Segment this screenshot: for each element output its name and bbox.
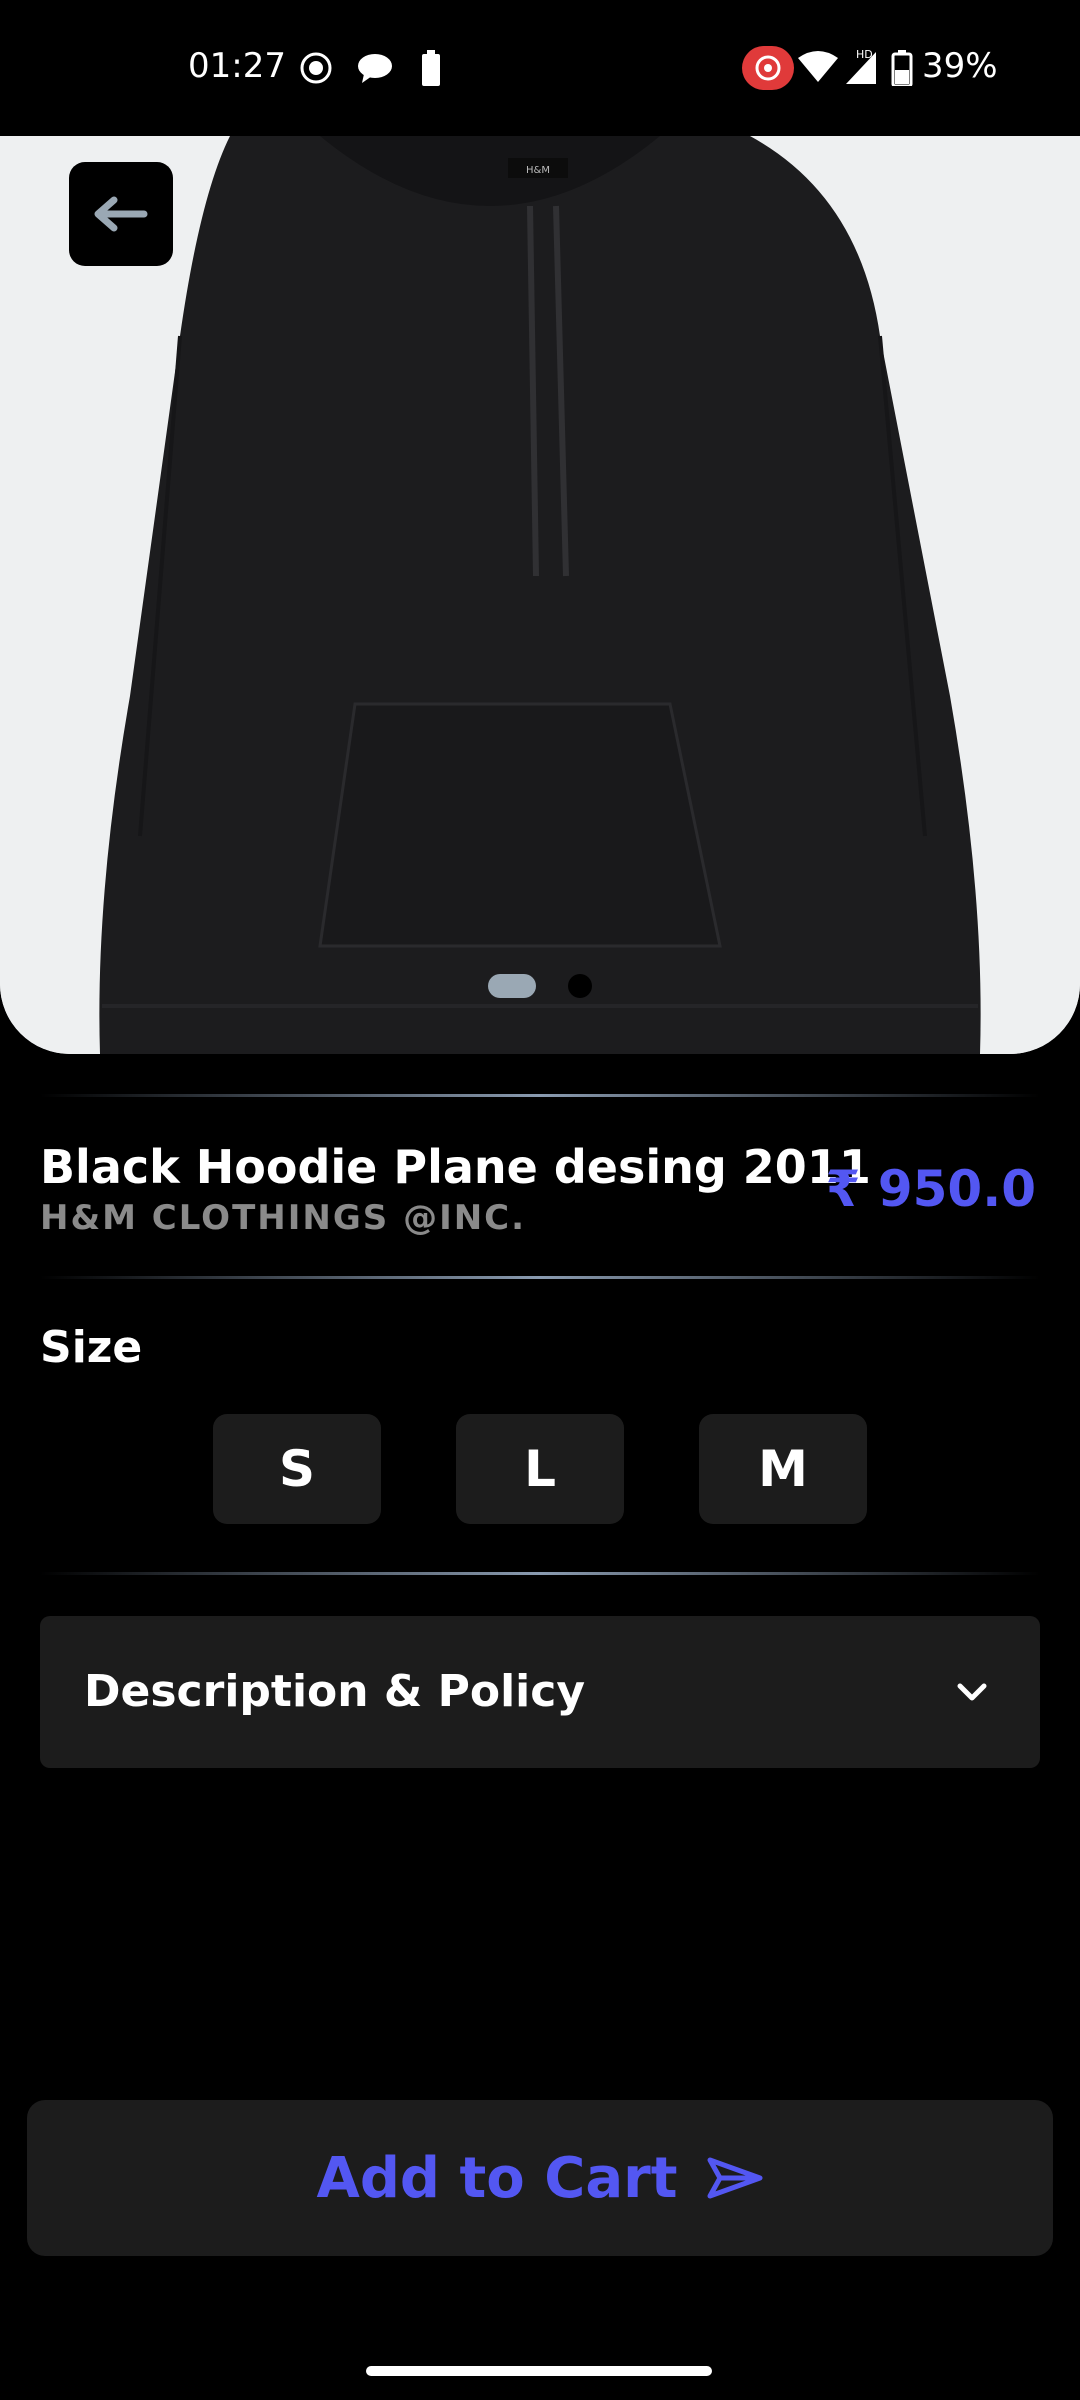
product-title: Black Hoodie Plane desing 2011 <box>40 1140 871 1194</box>
back-button[interactable] <box>69 162 173 266</box>
carousel-dot-active[interactable] <box>488 974 536 998</box>
size-option-s[interactable]: S <box>213 1414 381 1524</box>
product-brand: H&M CLOTHINGS @INC. <box>40 1198 527 1238</box>
size-option-l[interactable]: L <box>456 1414 624 1524</box>
send-icon <box>707 2157 763 2199</box>
chevron-down-icon <box>957 1683 987 1701</box>
network-type-label: HD <box>856 48 873 61</box>
battery-small-icon <box>422 50 440 86</box>
carousel-dot[interactable] <box>568 974 592 998</box>
status-bar: 01:27 HD 39% <box>0 0 1080 136</box>
product-image-carousel[interactable]: H&M <box>0 136 1080 1054</box>
carousel-indicator <box>488 974 600 998</box>
chat-bubble-icon <box>358 54 392 83</box>
signal-icon: HD <box>846 48 876 84</box>
size-label: Size <box>40 1322 143 1373</box>
hotspot-icon <box>742 46 794 90</box>
product-price: ₹ 950.0 <box>825 1160 1036 1218</box>
add-to-cart-label: Add to Cart <box>316 2145 678 2211</box>
product-detail-screen: 01:27 HD 39% H&M Black Hoodie Plane desi… <box>0 0 1080 2400</box>
description-policy-label: Description & Policy <box>84 1666 585 1717</box>
battery-icon <box>891 50 913 86</box>
size-option-m[interactable]: M <box>699 1414 867 1524</box>
hoodie-brand-tag: H&M <box>526 165 550 176</box>
description-policy-accordion[interactable]: Description & Policy <box>40 1616 1040 1768</box>
divider <box>40 1572 1040 1575</box>
divider <box>40 1276 1040 1279</box>
arrow-left-icon <box>94 196 148 232</box>
wifi-icon <box>798 51 838 82</box>
battery-percent: 39% <box>922 46 998 86</box>
screen-record-icon <box>300 52 332 84</box>
status-time: 01:27 <box>188 46 286 86</box>
home-indicator[interactable] <box>366 2366 712 2376</box>
divider <box>40 1094 1040 1097</box>
hoodie-image: H&M <box>0 136 1080 1054</box>
add-to-cart-button[interactable]: Add to Cart <box>27 2100 1053 2256</box>
